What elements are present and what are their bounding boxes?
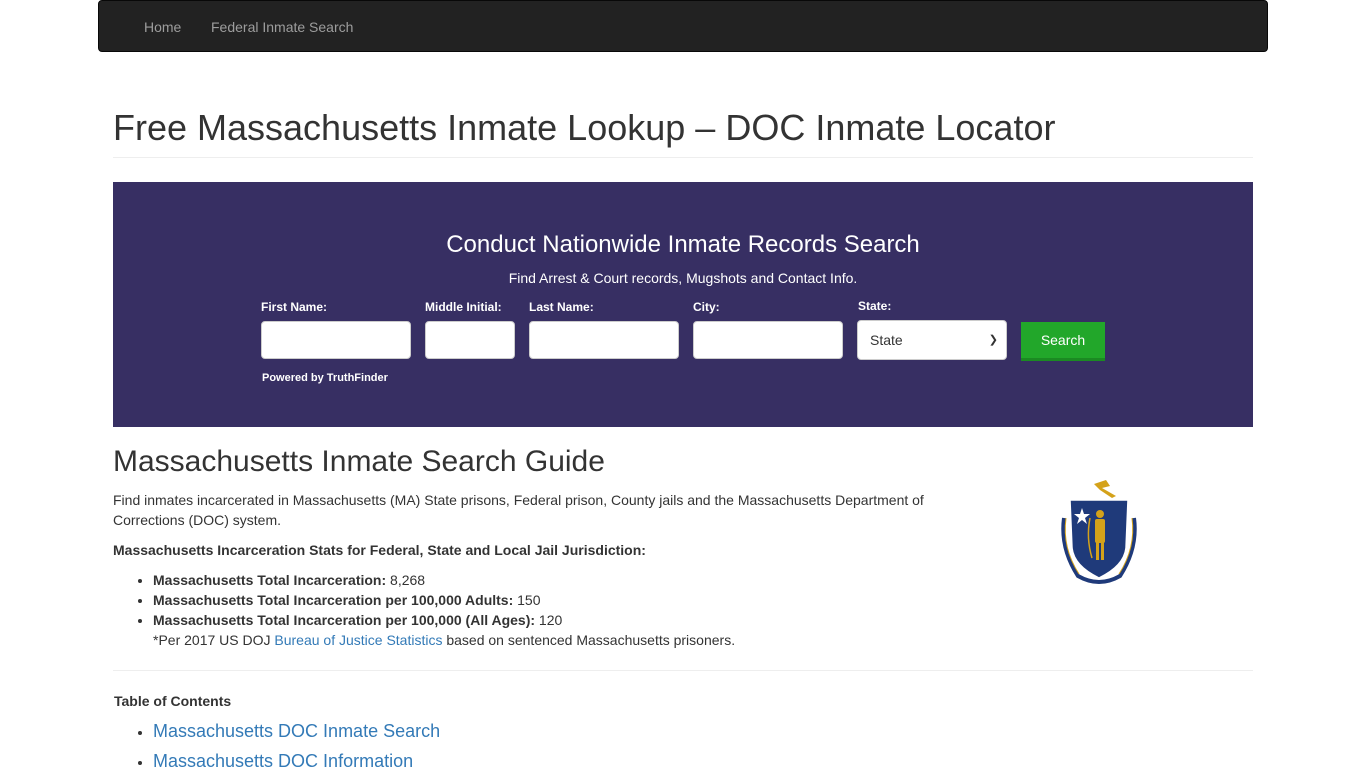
stats-heading: Massachusetts Incarceration Stats for Fe…: [113, 542, 646, 558]
search-button[interactable]: Search: [1021, 322, 1105, 361]
toc-item: Massachusetts DOC Information: [153, 746, 440, 776]
stat-value: 120: [538, 612, 563, 628]
stat-item: Massachusetts Total Incarceration: 8,268: [153, 570, 562, 590]
first-name-label: First Name:: [261, 300, 328, 314]
chevron-down-icon: ❯: [988, 334, 998, 346]
last-name-input[interactable]: [529, 321, 679, 359]
toc-link-doc-inmate-search[interactable]: Massachusetts DOC Inmate Search: [153, 721, 440, 741]
stat-value: 150: [517, 592, 541, 608]
last-name-label: Last Name:: [529, 300, 594, 314]
guide-title: Massachusetts Inmate Search Guide: [113, 445, 605, 478]
search-panel-subtitle: Find Arrest & Court records, Mugshots an…: [508, 270, 858, 286]
first-name-input[interactable]: [261, 321, 411, 359]
stat-value: 8,268: [390, 572, 426, 588]
stat-label: Massachusetts Total Incarceration per 10…: [153, 612, 536, 628]
nav-home-link[interactable]: Home: [144, 18, 181, 38]
note-suffix: based on sentenced Massachusetts prisone…: [442, 632, 736, 648]
stat-item: Massachusetts Total Incarceration per 10…: [153, 590, 562, 610]
inmate-search-panel: Conduct Nationwide Inmate Records Search…: [113, 182, 1253, 427]
toc-title: Table of Contents: [114, 693, 232, 709]
section-divider: [113, 670, 1253, 671]
city-label: City:: [693, 300, 720, 314]
note-prefix: *Per 2017 US DOJ: [153, 632, 275, 648]
state-select-value: State: [870, 332, 903, 348]
page-title: Free Massachusetts Inmate Lookup – DOC I…: [113, 107, 1056, 148]
search-panel-title: Conduct Nationwide Inmate Records Search: [446, 231, 920, 258]
toc-list: Massachusetts DOC Inmate Search Massachu…: [113, 716, 440, 776]
toc-link-doc-information[interactable]: Massachusetts DOC Information: [153, 751, 413, 771]
top-navbar: Home Federal Inmate Search: [98, 0, 1268, 52]
stats-source-note: *Per 2017 US DOJ Bureau of Justice Stati…: [153, 630, 735, 650]
city-input[interactable]: [693, 321, 843, 359]
middle-initial-input[interactable]: [425, 321, 515, 359]
bjs-link[interactable]: Bureau of Justice Statistics: [274, 632, 442, 648]
massachusetts-seal-icon: [1058, 478, 1142, 588]
stat-label: Massachusetts Total Incarceration:: [153, 572, 387, 588]
stat-item: Massachusetts Total Incarceration per 10…: [153, 610, 562, 630]
stats-list: Massachusetts Total Incarceration: 8,268…: [113, 570, 562, 630]
stat-label: Massachusetts Total Incarceration per 10…: [153, 592, 514, 608]
powered-by-text: Powered by TruthFinder: [262, 372, 388, 384]
guide-intro: Find inmates incarcerated in Massachuset…: [113, 492, 924, 528]
state-select[interactable]: State ❯: [857, 320, 1007, 360]
middle-initial-label: Middle Initial:: [425, 300, 502, 314]
toc-item: Massachusetts DOC Inmate Search: [153, 716, 440, 746]
page-header: Free Massachusetts Inmate Lookup – DOC I…: [113, 106, 1253, 159]
nav-federal-inmate-search-link[interactable]: Federal Inmate Search: [211, 18, 353, 38]
state-label: State:: [858, 299, 892, 313]
